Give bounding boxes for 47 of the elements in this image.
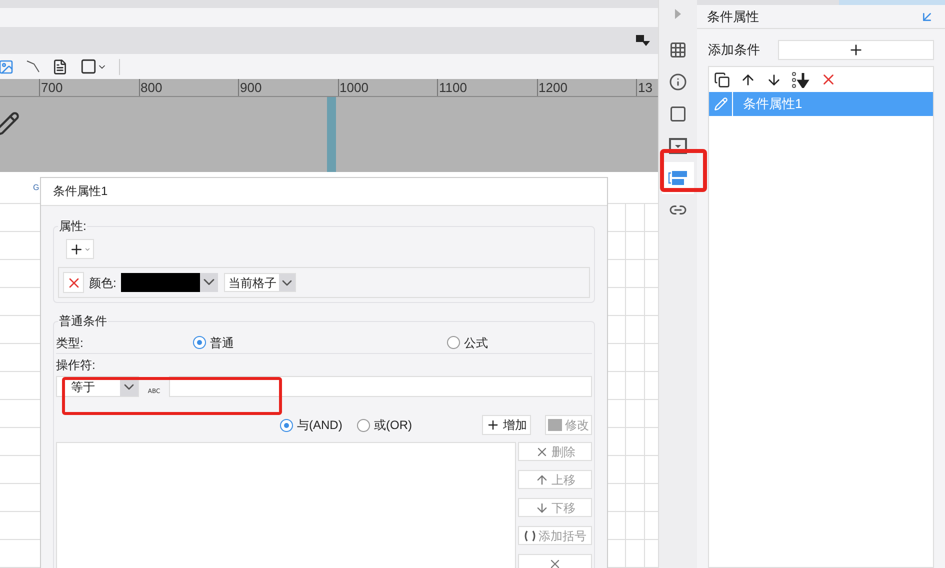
- caret-icon: [84, 246, 91, 252]
- add-condition-label: 添加条件: [708, 41, 761, 60]
- radio-option[interactable]: 与(AND): [280, 416, 357, 434]
- condition-bars-icon: [668, 170, 688, 186]
- ruler-label: 1100: [437, 79, 536, 96]
- dropdown-box-icon: [669, 138, 687, 154]
- radio-option[interactable]: 普通: [193, 334, 447, 352]
- table-icon: [669, 41, 687, 59]
- ruler-label: 1200: [536, 79, 636, 96]
- move-bottom-icon[interactable]: [792, 72, 810, 88]
- dialog-title: 条件属性1: [41, 178, 607, 206]
- radio-option[interactable]: 或(OR): [357, 416, 434, 434]
- radio-option[interactable]: 公式: [447, 334, 488, 352]
- color-label: 颜色:: [89, 274, 116, 292]
- parentheses-icon: [524, 530, 536, 542]
- copy-icon[interactable]: [714, 72, 730, 88]
- ruler-label: 900: [238, 79, 338, 96]
- ruler-label: 800: [138, 79, 238, 96]
- plus-icon: [486, 418, 500, 432]
- arrow-down-icon[interactable]: [766, 72, 782, 88]
- color-picker[interactable]: [121, 273, 218, 292]
- type-label: 类型:: [56, 334, 84, 352]
- image-icon[interactable]: [0, 58, 14, 75]
- border-dropdown-icon[interactable]: [80, 58, 107, 76]
- section-legend: 属性:: [58, 218, 88, 234]
- panel-title: 条件属性: [707, 8, 759, 26]
- column-header: G: [33, 182, 40, 194]
- add-attribute-button[interactable]: [66, 239, 94, 259]
- puzzle-icon: [548, 419, 562, 431]
- remove-button[interactable]: [63, 272, 84, 293]
- ruler-label: 1000: [338, 79, 437, 96]
- ruler-label: 700: [39, 79, 138, 96]
- pencil-icon: [714, 97, 728, 111]
- arrow-up-icon[interactable]: [740, 72, 756, 88]
- pencil-icon: [0, 110, 20, 137]
- dock-menu-icon[interactable]: [636, 34, 650, 47]
- square-icon: [669, 105, 687, 123]
- plus-icon: [848, 42, 864, 58]
- value-input[interactable]: [169, 376, 592, 397]
- plus-icon: [69, 242, 84, 256]
- document-icon[interactable]: [52, 58, 68, 75]
- info-icon: [669, 73, 687, 91]
- section-legend: 普通条件: [58, 313, 108, 329]
- operator-label: 操作符:: [56, 357, 96, 374]
- slash-line-icon[interactable]: [26, 60, 40, 74]
- add-button[interactable]: 增加: [482, 415, 531, 435]
- scope-dropdown[interactable]: 当前格子: [224, 273, 296, 292]
